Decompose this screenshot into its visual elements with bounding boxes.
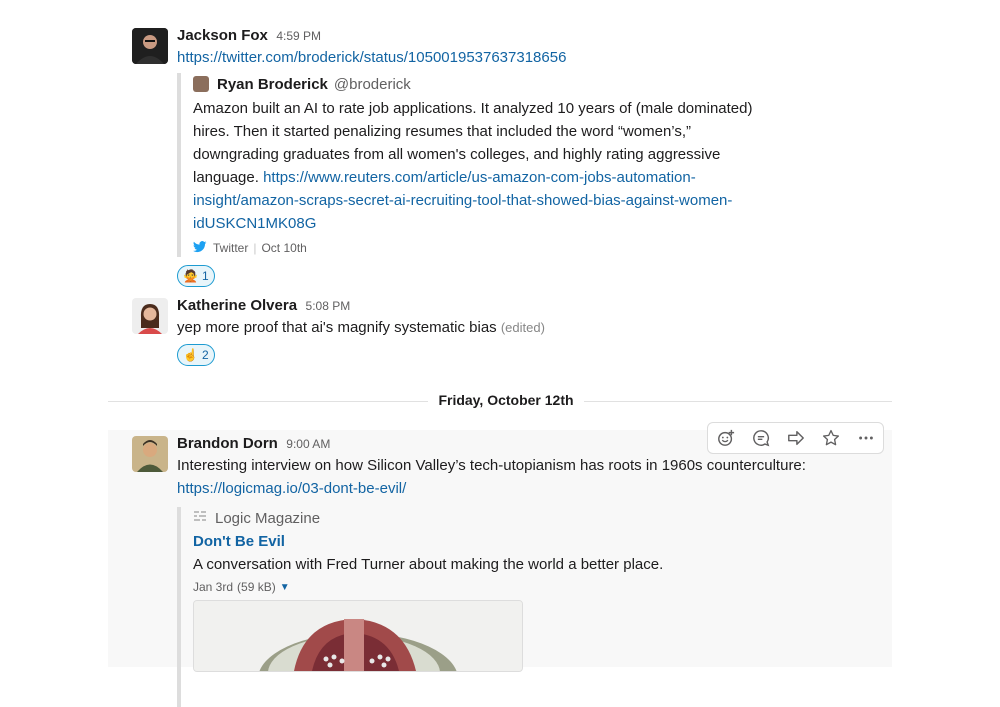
link-preview: Logic Magazine Don't Be Evil A conversat… (177, 507, 892, 707)
quoted-author[interactable]: Ryan Broderick (217, 76, 328, 93)
tweet-source: Twitter (213, 241, 249, 255)
tweet-date[interactable]: Oct 10th (261, 241, 306, 255)
preview-date: Jan 3rd (193, 580, 234, 594)
timestamp[interactable]: 4:59 PM (276, 29, 321, 43)
emoji-no-gesture-icon: 🙅 (183, 269, 198, 283)
timestamp[interactable]: 5:08 PM (306, 299, 351, 313)
date-divider[interactable]: Friday, October 12th (428, 392, 584, 408)
message-jackson-fox: Jackson Fox 4:59 PM https://twitter.com/… (108, 27, 892, 289)
tweet-attachment: Ryan Broderick @broderick Amazon built a… (177, 73, 755, 257)
reaction-count: 1 (201, 269, 209, 283)
message-brandon-dorn: Brandon Dorn 9:00 AM Interesting intervi… (108, 422, 892, 707)
collapse-caret-icon[interactable]: ▼ (280, 582, 290, 593)
message-text: yep more proof that ai's magnify systema… (177, 319, 497, 336)
author-name[interactable]: Brandon Dorn (177, 435, 278, 452)
tweet-link[interactable]: https://twitter.com/broderick/status/105… (177, 49, 566, 66)
site-name: Logic Magazine (215, 509, 321, 527)
emoji-point-up-icon: ☝ (183, 348, 198, 362)
avatar[interactable] (132, 28, 168, 64)
preview-image[interactable] (193, 600, 523, 672)
timestamp[interactable]: 9:00 AM (286, 437, 330, 451)
preview-size: (59 kB) (237, 580, 276, 594)
reuters-link[interactable]: https://www.reuters.com/article/us-amazo… (193, 169, 732, 232)
twitter-icon (193, 240, 207, 256)
site-favicon-icon (193, 509, 207, 528)
reaction-count: 2 (201, 348, 209, 362)
edited-label: (edited) (500, 320, 545, 335)
reaction-button[interactable]: ☝ 2 (177, 344, 215, 366)
avatar[interactable] (132, 436, 168, 472)
author-name[interactable]: Jackson Fox (177, 27, 268, 44)
message-text: Interesting interview on how Silicon Val… (177, 457, 806, 474)
message-katherine-olvera: Katherine Olvera 5:08 PM yep more proof … (108, 297, 892, 377)
avatar[interactable] (132, 298, 168, 334)
logicmag-link[interactable]: https://logicmag.io/03-dont-be-evil/ (177, 480, 406, 497)
preview-description: A conversation with Fred Turner about ma… (193, 556, 664, 573)
quoted-avatar[interactable] (193, 76, 209, 92)
quoted-handle: @broderick (333, 75, 411, 93)
reaction-button[interactable]: 🙅 1 (177, 265, 215, 287)
author-name[interactable]: Katherine Olvera (177, 297, 297, 314)
preview-title[interactable]: Don't Be Evil (193, 533, 285, 550)
